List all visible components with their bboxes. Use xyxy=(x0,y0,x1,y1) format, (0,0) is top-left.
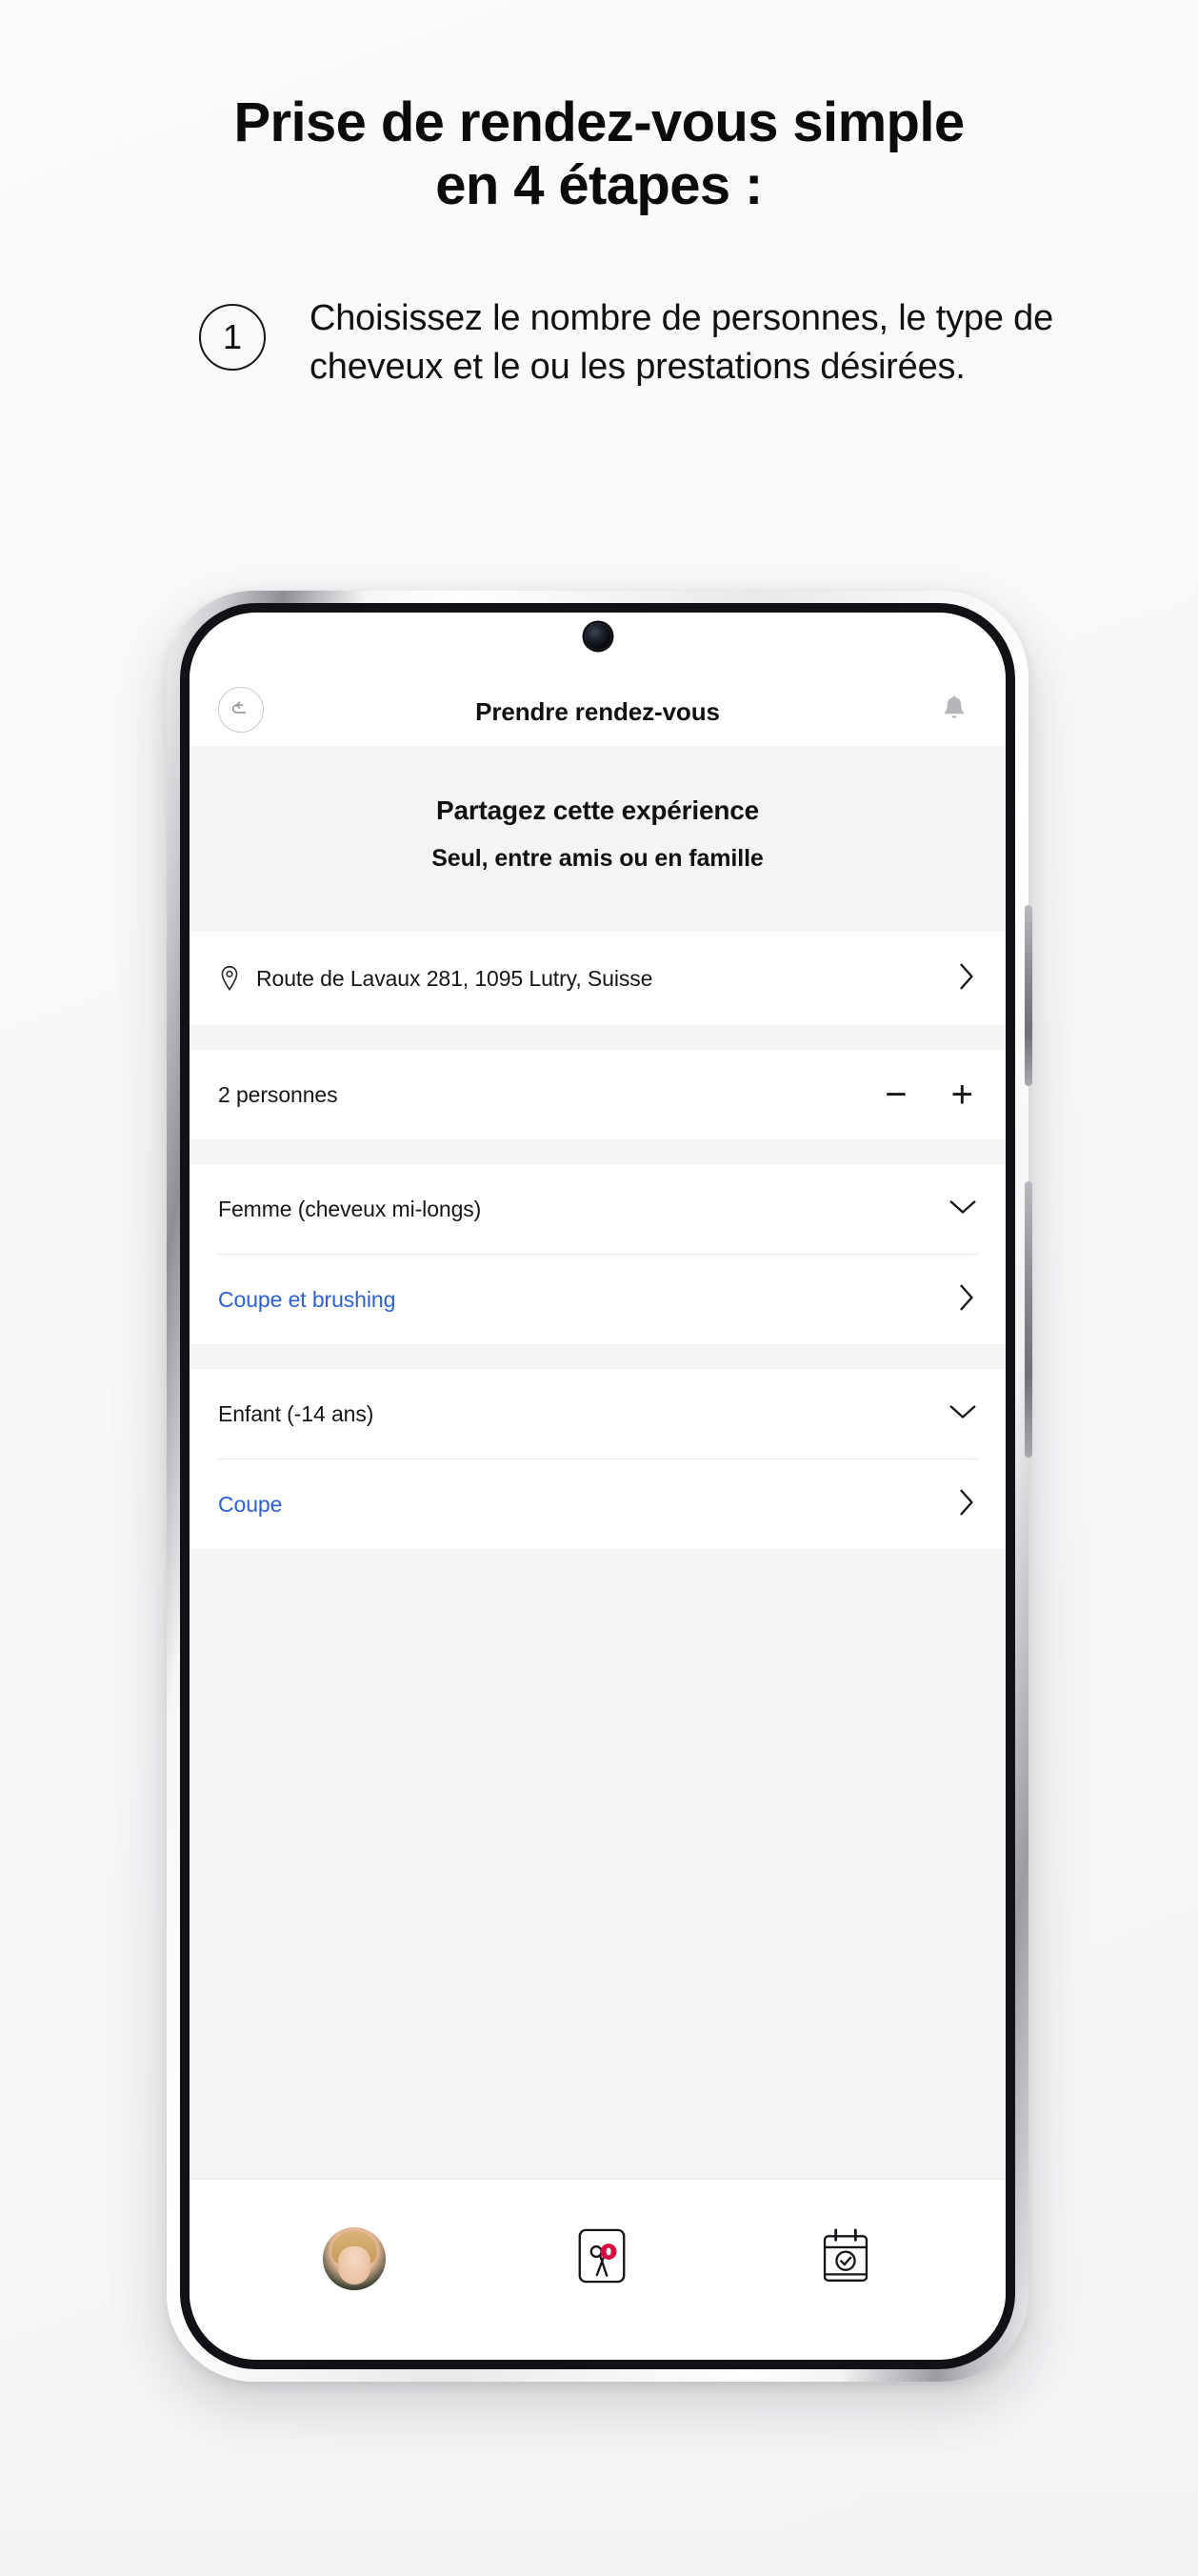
section-divider xyxy=(190,1025,1006,1050)
salon-card-icon xyxy=(575,2226,629,2290)
page-bottom-fade xyxy=(0,2385,1198,2576)
share-banner-title: Partagez cette expérience xyxy=(436,795,759,825)
share-banner: Partagez cette expérience Seul, entre am… xyxy=(190,746,1006,932)
map-pin-icon xyxy=(218,965,241,992)
phone-side-button-power xyxy=(1025,1181,1032,1458)
step-item-1: 1 Choisissez le nombre de personnes, le … xyxy=(104,294,1094,391)
back-button[interactable] xyxy=(218,687,264,733)
promo-page: Prise de rendez-vous simple en 4 étapes … xyxy=(0,0,1198,2576)
calendar-check-icon xyxy=(819,2226,872,2290)
profile-avatar xyxy=(322,2226,386,2290)
app-header-title: Prendre rendez-vous xyxy=(475,697,720,726)
section-divider xyxy=(190,1344,1006,1369)
service-row[interactable]: Coupe xyxy=(190,1459,1006,1549)
nav-item-appointments[interactable] xyxy=(819,2226,872,2290)
phone-screen: Prendre rendez-vous Partagez cette expér… xyxy=(190,613,1006,2360)
people-count-row: 2 personnes − + xyxy=(190,1050,1006,1139)
step-description: Choisissez le nombre de personnes, le ty… xyxy=(309,298,1054,387)
person-type-label: Femme (cheveux mi-longs) xyxy=(218,1196,482,1221)
phone-mockup: Prendre rendez-vous Partagez cette expér… xyxy=(167,591,1032,2382)
front-camera-punch-hole xyxy=(584,623,611,650)
chevron-right-icon xyxy=(956,1488,977,1521)
section-divider xyxy=(190,1139,1006,1164)
person-type-row[interactable]: Enfant (-14 ans) xyxy=(190,1369,1006,1459)
people-stepper: − + xyxy=(885,1076,977,1114)
bell-icon xyxy=(944,695,965,718)
page-title: Prise de rendez-vous simple en 4 étapes … xyxy=(104,0,1094,216)
service-label: Coupe xyxy=(218,1491,283,1517)
person-type-row[interactable]: Femme (cheveux mi-longs) xyxy=(190,1164,1006,1254)
service-row[interactable]: Coupe et brushing xyxy=(190,1255,1006,1344)
address-label: Route de Lavaux 281, 1095 Lutry, Suisse xyxy=(256,965,653,991)
content-spacer xyxy=(190,1549,1006,2179)
address-row[interactable]: Route de Lavaux 281, 1095 Lutry, Suisse xyxy=(190,932,1006,1025)
person-type-label: Enfant (-14 ans) xyxy=(218,1400,374,1426)
page-title-line-2: en 4 étapes : xyxy=(435,153,763,216)
back-arrow-circle-icon xyxy=(231,701,247,714)
nav-item-profile[interactable] xyxy=(322,2226,386,2290)
nav-item-salon[interactable] xyxy=(575,2226,629,2290)
decrement-people-button[interactable]: − xyxy=(885,1076,907,1114)
service-label: Coupe et brushing xyxy=(218,1286,396,1312)
people-count-label: 2 personnes xyxy=(218,1081,338,1107)
chevron-right-icon xyxy=(956,962,977,996)
increment-people-button[interactable]: + xyxy=(951,1076,973,1114)
page-title-line-1: Prise de rendez-vous simple xyxy=(233,91,965,153)
chevron-down-icon xyxy=(948,1197,977,1222)
bottom-navigation xyxy=(190,2179,1006,2360)
notifications-button[interactable] xyxy=(931,687,977,733)
chevron-down-icon xyxy=(948,1401,977,1427)
step-number-badge: 1 xyxy=(199,304,266,372)
phone-side-button-volume xyxy=(1025,905,1032,1086)
share-banner-subtitle: Seul, entre amis ou en famille xyxy=(431,845,764,872)
chevron-right-icon xyxy=(956,1283,977,1317)
